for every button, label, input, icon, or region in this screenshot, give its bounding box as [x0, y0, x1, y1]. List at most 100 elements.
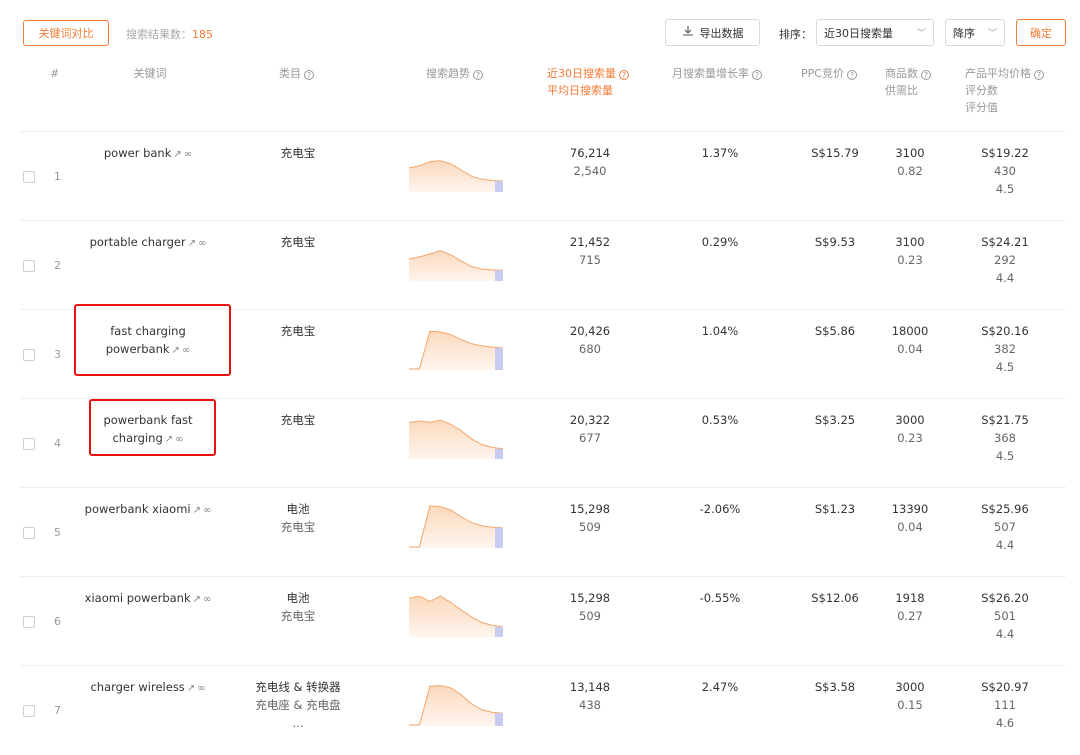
keyword-cell: portable charger ↗ ∞	[78, 233, 218, 253]
rating: 4.4	[995, 271, 1015, 285]
supply-demand: 0.04	[897, 342, 923, 356]
review-count: 292	[994, 253, 1016, 267]
product-count: 3000	[895, 413, 925, 427]
header-volume-30d-label: 近30日搜索量	[547, 67, 616, 80]
volume-daily: 438	[579, 698, 601, 712]
export-data-button[interactable]: 导出数据	[665, 19, 760, 46]
product-count: 1918	[895, 591, 925, 605]
product-count-cell: 1918 0.27	[865, 589, 955, 625]
row-checkbox[interactable]	[23, 527, 35, 539]
header-keyword: 关键词	[133, 67, 167, 80]
sort-order-select[interactable]: 降序 ﹀	[945, 19, 1005, 46]
keyword-link[interactable]: portable charger	[90, 235, 186, 249]
header-growth-label: 月搜索量增长率	[672, 67, 749, 80]
keyword-link[interactable]: powerbank xiaomi	[85, 502, 191, 516]
avg-price: S$19.22	[981, 146, 1029, 160]
chevron-down-icon: ﹀	[916, 29, 926, 39]
volume-cell: 13,148 438	[540, 678, 640, 714]
volume-30d: 21,452	[569, 235, 611, 249]
table-row: 2 portable charger ↗ ∞ 充电宝 21,452 715 0.29% S$9.…	[20, 220, 1066, 310]
supply-demand: 0.23	[897, 431, 923, 445]
review-count: 368	[994, 431, 1016, 445]
external-link-icon[interactable]: ↗	[193, 502, 201, 520]
help-icon[interactable]: ?	[304, 70, 314, 80]
table-row: 7 charger wireless ↗ ∞ 充电线 & 转换器 充电座 & 充电盘...…	[20, 665, 1066, 755]
trend-sparkline[interactable]	[409, 235, 503, 281]
supply-demand: 0.82	[897, 164, 923, 178]
header-volume[interactable]: 近30日搜索量? 平均日搜索量	[547, 65, 629, 99]
row-checkbox[interactable]	[23, 171, 35, 183]
volume-30d: 15,298	[569, 502, 611, 516]
keyword-link[interactable]: charger wireless	[90, 680, 184, 694]
help-icon[interactable]: ?	[1034, 70, 1044, 80]
trend-area	[409, 250, 503, 281]
sort-field-select[interactable]: 近30日搜索量 ﹀	[816, 19, 934, 46]
trend-current-bar	[495, 626, 503, 637]
review-count: 507	[994, 520, 1016, 534]
header-ppc[interactable]: PPC竞价?	[801, 65, 857, 82]
volume-30d: 13,148	[569, 680, 611, 694]
growth-cell: 2.47%	[701, 680, 739, 694]
help-icon[interactable]: ?	[752, 70, 762, 80]
category-primary: 充电宝	[280, 324, 316, 338]
result-count-value: 185	[192, 28, 213, 41]
help-icon[interactable]: ?	[619, 70, 629, 80]
keyword-link[interactable]: power bank	[104, 146, 172, 160]
product-count-cell: 3000 0.23	[865, 411, 955, 447]
trend-sparkline[interactable]	[409, 502, 503, 548]
external-link-icon[interactable]: ↗	[188, 235, 196, 253]
trend-current-bar	[495, 180, 503, 192]
link-icon[interactable]: ∞	[197, 680, 205, 698]
row-checkbox[interactable]	[23, 349, 35, 361]
header-product-count-label: 商品数	[885, 67, 918, 80]
header-growth[interactable]: 月搜索量增长率?	[672, 65, 762, 82]
header-trend[interactable]: 搜索趋势?	[426, 65, 483, 82]
header-review-count-label: 评分数	[965, 84, 998, 97]
trend-current-bar	[495, 527, 503, 548]
confirm-button[interactable]: 确定	[1016, 19, 1066, 46]
row-checkbox[interactable]	[23, 705, 35, 717]
product-count: 3000	[895, 680, 925, 694]
price-cell: S$26.20 501 4.4	[955, 589, 1055, 643]
link-icon[interactable]: ∞	[198, 235, 206, 253]
header-product-count[interactable]: 商品数? 供需比	[885, 65, 931, 99]
sort-field-value: 近30日搜索量	[824, 26, 893, 40]
external-link-icon[interactable]: ↗	[187, 680, 195, 698]
category-cell: 电池 充电宝	[238, 500, 358, 536]
trend-sparkline[interactable]	[409, 680, 503, 726]
row-checkbox[interactable]	[23, 616, 35, 628]
highlight-box	[74, 304, 231, 376]
help-icon[interactable]: ?	[846, 70, 857, 80]
row-index: 3	[54, 348, 61, 361]
trend-sparkline[interactable]	[409, 324, 503, 370]
review-count: 430	[994, 164, 1016, 178]
link-icon[interactable]: ∞	[203, 591, 211, 609]
help-icon[interactable]: ?	[921, 70, 931, 80]
price-cell: S$20.16 382 4.5	[955, 322, 1055, 376]
header-category[interactable]: 类目?	[279, 65, 314, 82]
result-count-label: 搜索结果数：	[126, 28, 192, 41]
header-index: #	[50, 67, 60, 80]
category-cell: 充电线 & 转换器 充电座 & 充电盘...	[238, 678, 358, 732]
row-checkbox[interactable]	[23, 260, 35, 272]
volume-cell: 21,452 715	[540, 233, 640, 269]
row-checkbox[interactable]	[23, 438, 35, 450]
keyword-link[interactable]: xiaomi powerbank	[85, 591, 191, 605]
category-primary: 充电宝	[280, 235, 316, 249]
highlight-box	[89, 399, 216, 456]
row-index: 4	[54, 437, 61, 450]
link-icon[interactable]: ∞	[203, 502, 211, 520]
link-icon[interactable]: ∞	[184, 146, 192, 164]
keyword-compare-button[interactable]: 关键词对比	[23, 20, 109, 46]
volume-cell: 20,426 680	[540, 322, 640, 358]
trend-sparkline[interactable]	[409, 591, 503, 637]
trend-sparkline[interactable]	[409, 413, 503, 459]
rating: 4.5	[995, 182, 1015, 196]
product-count: 3100	[895, 146, 925, 160]
external-link-icon[interactable]: ↗	[193, 591, 201, 609]
rating: 4.4	[995, 538, 1015, 552]
trend-sparkline[interactable]	[409, 146, 503, 192]
help-icon[interactable]: ?	[473, 70, 483, 80]
external-link-icon[interactable]: ↗	[173, 146, 181, 164]
header-avg-price[interactable]: 产品平均价格? 评分数 评分值	[965, 65, 1044, 116]
